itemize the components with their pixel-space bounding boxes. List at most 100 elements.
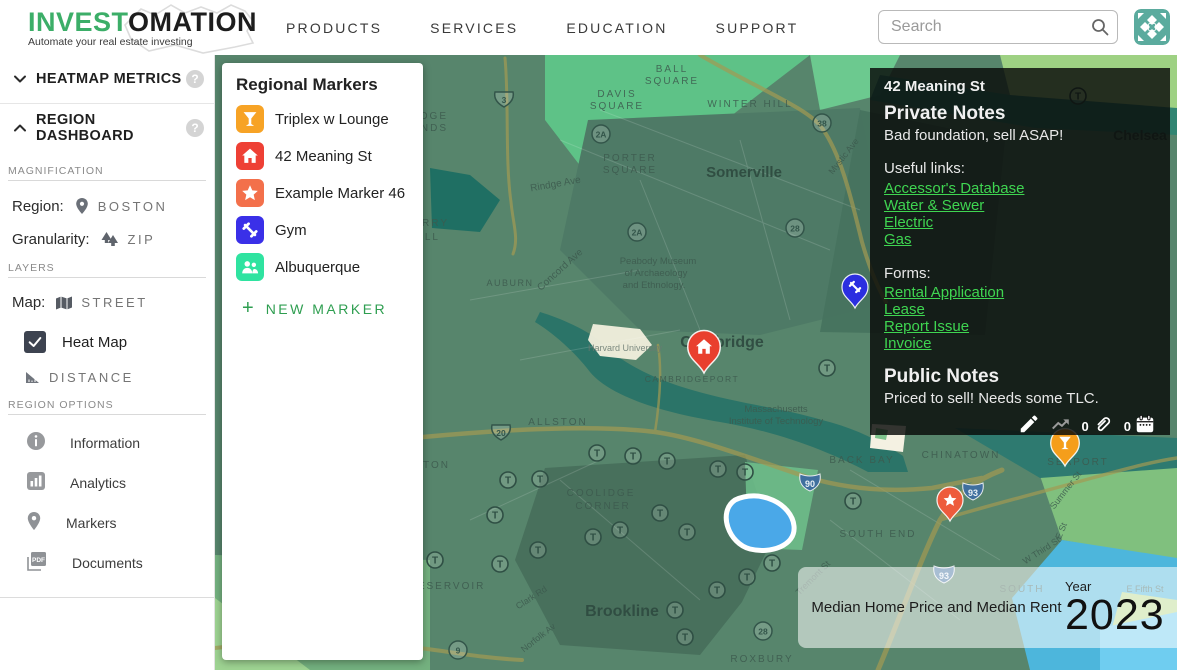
distance-label[interactable]: DISTANCE bbox=[49, 370, 134, 385]
route-badge-2A: 2A bbox=[592, 125, 610, 143]
transit-icon: T bbox=[845, 493, 861, 509]
map-canvas[interactable]: BALLSQUAREDAVISSQUAREWINTER HILLPORTERSQ… bbox=[215, 55, 1177, 670]
svg-text:T: T bbox=[630, 452, 636, 463]
marker-item-42-meaning-st[interactable]: 42 Meaning St bbox=[236, 142, 423, 170]
logo[interactable]: INVESTOMATION Automate your real estate … bbox=[28, 7, 238, 48]
chevron-down-icon bbox=[12, 71, 28, 87]
useful-links-label: Useful links: bbox=[884, 160, 1156, 177]
trend-icon[interactable] bbox=[1050, 413, 1072, 435]
region-option-label: Information bbox=[70, 435, 140, 451]
map-label: Harvard University bbox=[588, 343, 663, 353]
map-label: SQUARE bbox=[603, 165, 657, 176]
top-navbar: INVESTOMATION Automate your real estate … bbox=[0, 0, 1177, 55]
svg-text:T: T bbox=[492, 511, 498, 522]
granularity-label: Granularity: bbox=[12, 231, 90, 248]
map-label: CHINATOWN bbox=[922, 450, 1001, 461]
section-label: HEATMAP METRICS bbox=[36, 71, 186, 87]
distance-row[interactable]: DISTANCE bbox=[24, 369, 214, 385]
help-icon[interactable]: ? bbox=[186, 70, 204, 88]
map-type-value[interactable]: STREET bbox=[81, 295, 147, 310]
sidebar-section-region-dashboard[interactable]: REGION DASHBOARD ? bbox=[0, 103, 214, 151]
marker-item-triplex-w-lounge[interactable]: Triplex w Lounge bbox=[236, 105, 423, 133]
search-icon[interactable] bbox=[1090, 17, 1110, 37]
cocktail-icon bbox=[236, 105, 264, 133]
sidebar: HEATMAP METRICS ? REGION DASHBOARD ? MAG… bbox=[0, 55, 215, 670]
magnification-title: MAGNIFICATION bbox=[8, 165, 206, 181]
nav-item-services[interactable]: SERVICES bbox=[430, 20, 518, 36]
transit-icon: T bbox=[709, 582, 725, 598]
nav-item-products[interactable]: PRODUCTS bbox=[286, 20, 382, 36]
region-options-title: REGION OPTIONS bbox=[8, 399, 206, 415]
form-link-report-issue[interactable]: Report Issue bbox=[884, 318, 1156, 335]
svg-text:T: T bbox=[657, 509, 663, 520]
svg-text:T: T bbox=[617, 526, 623, 537]
map-label: Peabody Museum bbox=[620, 256, 697, 267]
form-link-rental-application[interactable]: Rental Application bbox=[884, 284, 1156, 301]
svg-text:28: 28 bbox=[790, 224, 800, 234]
useful-links: Useful links: Accessor's DatabaseWater &… bbox=[884, 160, 1156, 247]
attachments-count: 0 bbox=[1082, 420, 1089, 435]
people-icon bbox=[236, 253, 264, 281]
link-accessor-s-database[interactable]: Accessor's Database bbox=[884, 180, 1156, 197]
attachment-icon[interactable] bbox=[1092, 413, 1114, 435]
year-block: Year 2023 bbox=[1065, 579, 1177, 637]
location-pin-icon bbox=[74, 197, 90, 215]
logo-text: INVESTOMATION bbox=[28, 7, 238, 38]
transit-icon: T bbox=[500, 472, 516, 488]
region-option-analytics[interactable]: Analytics bbox=[26, 463, 214, 503]
transit-icon: T bbox=[667, 602, 683, 618]
transit-icon: T bbox=[679, 524, 695, 540]
svg-text:T: T bbox=[715, 465, 721, 476]
map-label: Somerville bbox=[706, 164, 782, 181]
svg-text:T: T bbox=[535, 546, 541, 557]
marker-item-albuquerque[interactable]: Albuquerque bbox=[236, 253, 423, 281]
new-marker-button[interactable]: + NEW MARKER bbox=[242, 297, 423, 320]
map-type-label: Map: bbox=[12, 294, 45, 311]
calendar-icon[interactable] bbox=[1134, 413, 1156, 435]
map-label: PORTER bbox=[603, 153, 657, 164]
route-badge-9: 9 bbox=[449, 641, 467, 659]
search-input[interactable] bbox=[878, 10, 1118, 44]
map-type-row: Map: STREET bbox=[12, 294, 214, 311]
forms-links: Forms: Rental ApplicationLeaseReport Iss… bbox=[884, 265, 1156, 352]
link-gas[interactable]: Gas bbox=[884, 231, 1156, 248]
region-option-information[interactable]: Information bbox=[26, 423, 214, 463]
logo-tagline: Automate your real estate investing bbox=[28, 36, 238, 48]
section-label: REGION DASHBOARD bbox=[36, 112, 186, 144]
nav-item-education[interactable]: EDUCATION bbox=[566, 20, 667, 36]
link-electric[interactable]: Electric bbox=[884, 214, 1156, 231]
form-link-invoice[interactable]: Invoice bbox=[884, 335, 1156, 352]
heatmap-checkbox[interactable] bbox=[24, 331, 46, 353]
help-icon[interactable]: ? bbox=[186, 119, 204, 137]
region-option-label: Documents bbox=[72, 555, 143, 571]
region-option-markers[interactable]: Markers bbox=[26, 503, 214, 543]
svg-text:T: T bbox=[682, 633, 688, 644]
link-water-sewer[interactable]: Water & Sewer bbox=[884, 197, 1156, 214]
svg-text:93: 93 bbox=[968, 488, 978, 498]
map-label: BALL bbox=[656, 64, 688, 75]
transit-icon: T bbox=[487, 507, 503, 523]
user-avatar[interactable] bbox=[1134, 9, 1170, 45]
year-value[interactable]: 2023 bbox=[1065, 594, 1169, 637]
map-label: SQUARE bbox=[645, 76, 699, 87]
trees-icon bbox=[100, 231, 120, 248]
marker-item-label: Albuquerque bbox=[275, 259, 360, 276]
region-option-documents[interactable]: PDF Documents bbox=[26, 543, 214, 583]
heatmap-metric-label: Median Home Price and Median Rent bbox=[798, 599, 1065, 616]
granularity-value[interactable]: ZIP bbox=[128, 232, 156, 247]
region-value[interactable]: BOSTON bbox=[98, 199, 168, 214]
heatmap-toggle[interactable]: Heat Map bbox=[24, 331, 214, 353]
edit-icon[interactable] bbox=[1018, 413, 1040, 435]
map-label: BACK BAY bbox=[829, 455, 894, 466]
marker-item-example-marker-46[interactable]: Example Marker 46 bbox=[236, 179, 423, 207]
nav-item-support[interactable]: SUPPORT bbox=[716, 20, 799, 36]
svg-text:T: T bbox=[672, 606, 678, 617]
map-label: SEAPORT bbox=[1047, 457, 1109, 468]
pdf-icon: PDF bbox=[26, 551, 48, 575]
svg-text:T: T bbox=[497, 560, 503, 571]
info-icon bbox=[26, 431, 46, 455]
sidebar-section-heatmap-metrics[interactable]: HEATMAP METRICS ? bbox=[0, 55, 214, 103]
form-link-lease[interactable]: Lease bbox=[884, 301, 1156, 318]
marker-item-gym[interactable]: Gym bbox=[236, 216, 423, 244]
search bbox=[878, 10, 1118, 44]
